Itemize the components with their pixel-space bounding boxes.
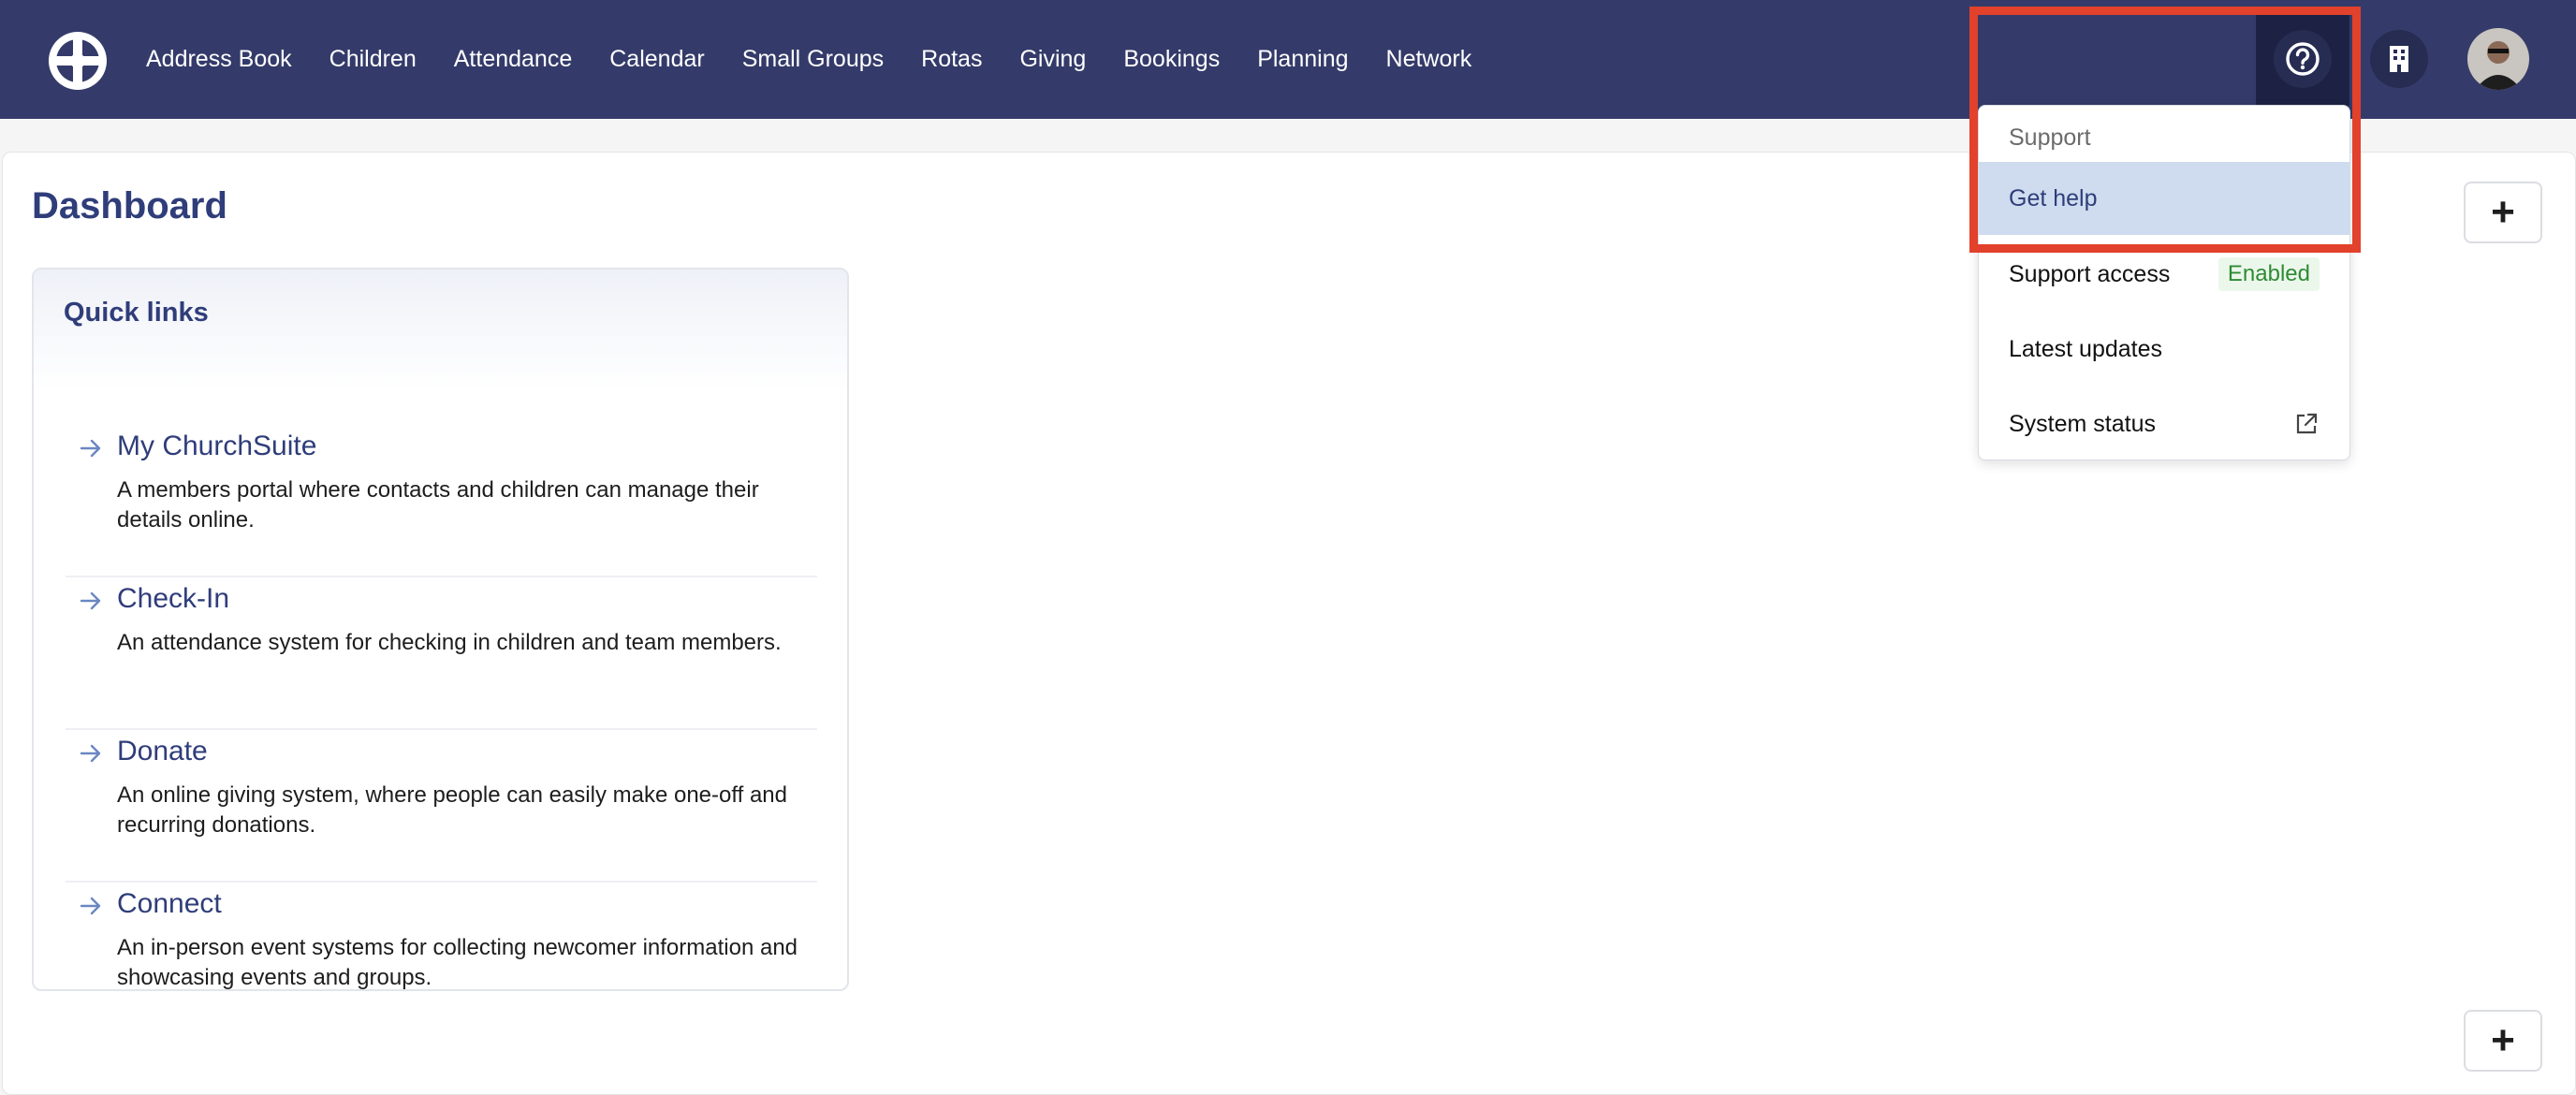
menu-item-system-status[interactable]: System status bbox=[1979, 387, 2349, 460]
support-dropdown-menu: Support Get help Support access Enabled … bbox=[1978, 105, 2350, 460]
church-logo-icon[interactable] bbox=[47, 30, 109, 92]
dropdown-header: Support bbox=[2009, 124, 2091, 151]
building-icon[interactable] bbox=[2370, 30, 2428, 88]
arrow-right-icon bbox=[80, 744, 101, 763]
menu-item-label: Get help bbox=[2009, 184, 2098, 212]
quick-link-description: An online giving system, where people ca… bbox=[117, 782, 787, 838]
nav-item-rotas[interactable]: Rotas bbox=[921, 46, 982, 73]
arrow-right-icon bbox=[80, 897, 101, 915]
quick-links-widget: Quick links My ChurchSuite A members por… bbox=[32, 268, 849, 991]
quick-links-title: Quick links bbox=[34, 270, 847, 391]
quick-link-description: A members portal where contacts and chil… bbox=[117, 477, 759, 533]
arrow-right-icon bbox=[80, 591, 101, 610]
top-navigation-bar: Address Book Children Attendance Calenda… bbox=[0, 0, 2576, 119]
list-item[interactable]: Connect An in-person event systems for c… bbox=[66, 883, 817, 990]
avatar[interactable] bbox=[2467, 28, 2529, 90]
quick-link-title[interactable]: Check-In bbox=[117, 583, 229, 615]
main-nav: Address Book Children Attendance Calenda… bbox=[146, 0, 1509, 119]
quick-link-title[interactable]: Connect bbox=[117, 888, 222, 920]
menu-item-get-help[interactable]: Get help bbox=[1979, 162, 2349, 235]
add-widget-button-bottom[interactable]: + bbox=[2464, 1010, 2542, 1072]
nav-item-attendance[interactable]: Attendance bbox=[454, 46, 573, 73]
nav-item-bookings[interactable]: Bookings bbox=[1123, 46, 1220, 73]
quick-link-title[interactable]: My ChurchSuite bbox=[117, 431, 316, 462]
nav-item-small-groups[interactable]: Small Groups bbox=[742, 46, 884, 73]
list-item[interactable]: Donate An online giving system, where pe… bbox=[66, 730, 817, 883]
quick-link-description: An attendance system for checking in chi… bbox=[117, 630, 782, 655]
menu-item-label: System status bbox=[2009, 410, 2156, 437]
external-link-icon bbox=[2296, 413, 2318, 434]
quick-link-description: An in-person event systems for collectin… bbox=[117, 935, 798, 990]
nav-item-network[interactable]: Network bbox=[1386, 46, 1472, 73]
nav-item-address-book[interactable]: Address Book bbox=[146, 46, 292, 73]
menu-item-support-access[interactable]: Support access Enabled bbox=[1979, 238, 2349, 311]
question-circle-icon[interactable] bbox=[2274, 30, 2332, 88]
nav-item-calendar[interactable]: Calendar bbox=[609, 46, 704, 73]
add-widget-button[interactable]: + bbox=[2464, 182, 2542, 243]
arrow-right-icon bbox=[80, 439, 101, 458]
nav-item-giving[interactable]: Giving bbox=[1019, 46, 1086, 73]
list-item[interactable]: My ChurchSuite A members portal where co… bbox=[66, 425, 817, 577]
menu-item-label: Latest updates bbox=[2009, 335, 2163, 362]
menu-item-latest-updates[interactable]: Latest updates bbox=[1979, 313, 2349, 386]
page-title: Dashboard bbox=[32, 185, 227, 226]
status-badge: Enabled bbox=[2217, 257, 2320, 291]
nav-item-planning[interactable]: Planning bbox=[1257, 46, 1348, 73]
quick-links-list: My ChurchSuite A members portal where co… bbox=[66, 425, 817, 990]
menu-item-label: Support access bbox=[2009, 260, 2171, 287]
list-item[interactable]: Check-In An attendance system for checki… bbox=[66, 577, 817, 730]
nav-item-children[interactable]: Children bbox=[329, 46, 417, 73]
quick-link-title[interactable]: Donate bbox=[117, 736, 208, 767]
